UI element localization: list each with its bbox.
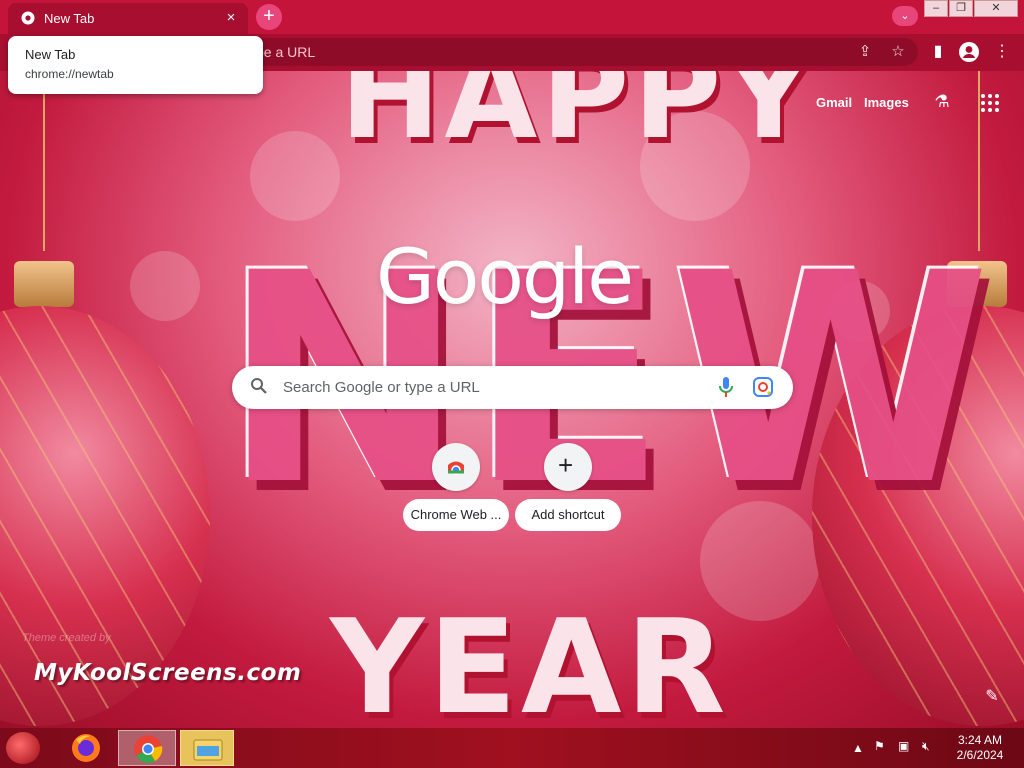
background-word-year: YEAR	[330, 591, 730, 728]
tab-strip: New Tab × + ⌄ – ❐ ✕	[0, 0, 1024, 34]
bokeh-light	[130, 251, 200, 321]
system-clock[interactable]: 3:24 AM 2/6/2024	[950, 733, 1010, 763]
google-logo: Google	[376, 232, 634, 321]
tray-overflow-chevron-icon[interactable]: ▲	[852, 741, 864, 755]
shortcut-tile[interactable]	[432, 443, 480, 491]
menu-kebab-icon[interactable]: ⋮	[991, 41, 1013, 63]
search-input[interactable]	[283, 374, 703, 400]
customize-pencil-icon[interactable]: ✎	[981, 686, 1003, 708]
background-word-happy: HAPPY	[340, 71, 817, 166]
tab-title: New Tab	[44, 11, 95, 26]
gmail-link[interactable]: Gmail	[816, 95, 852, 110]
tab-close-icon[interactable]: ×	[222, 9, 240, 27]
taskbar-chrome[interactable]	[118, 730, 176, 766]
theme-credit[interactable]: Theme created by	[22, 632, 111, 644]
google-apps-icon[interactable]	[979, 92, 1001, 114]
maximize-button[interactable]: ❐	[949, 0, 973, 17]
share-icon[interactable]: ⇪	[856, 43, 874, 61]
search-icon	[250, 377, 270, 397]
chrome-icon	[134, 735, 163, 763]
labs-flask-icon[interactable]: ⚗	[931, 92, 953, 114]
profile-avatar-icon[interactable]	[958, 41, 980, 63]
tooltip-title: New Tab	[25, 47, 76, 62]
plus-icon: +	[558, 450, 574, 480]
bokeh-light	[250, 131, 340, 221]
ornament-cap	[14, 261, 74, 307]
side-panel-icon[interactable]: ▮	[927, 41, 949, 63]
tab-hover-tooltip: New Tab chrome://newtab	[8, 36, 263, 94]
close-window-button[interactable]: ✕	[974, 0, 1018, 17]
window-controls: – ❐ ✕	[923, 0, 1018, 18]
folder-icon	[193, 739, 223, 761]
theme-brand-watermark: MyKoolScreens.com	[34, 660, 302, 686]
network-icon[interactable]: ▣	[898, 739, 909, 753]
tab-search-chevron-icon[interactable]: ⌄	[892, 6, 918, 26]
clock-time: 3:24 AM	[957, 733, 1003, 747]
volume-muted-icon[interactable]: 🔇︎	[922, 739, 930, 754]
taskbar-file-explorer[interactable]	[180, 730, 234, 766]
minimize-button[interactable]: –	[924, 0, 948, 17]
images-link[interactable]: Images	[864, 95, 909, 110]
tooltip-url: chrome://newtab	[25, 67, 114, 81]
search-box[interactable]	[232, 366, 793, 409]
start-orb-icon[interactable]	[6, 732, 40, 764]
bookmark-star-icon[interactable]: ☆	[889, 43, 907, 61]
action-center-flag-icon[interactable]: ⚑	[874, 739, 885, 753]
taskbar-firefox[interactable]	[64, 730, 108, 766]
taskbar: ▲ ⚑ ▣ 🔇︎ 3:24 AM 2/6/2024	[0, 728, 1024, 768]
shortcut-tile[interactable]: +	[544, 443, 592, 491]
shortcut-label[interactable]: Chrome Web ...	[403, 499, 509, 531]
chrome-web-store-icon	[448, 461, 464, 475]
ornament-string	[43, 71, 45, 251]
microphone-icon[interactable]	[716, 376, 736, 398]
address-bar-placeholder: pe a URL	[256, 44, 316, 60]
chrome-favicon-icon	[21, 11, 35, 25]
clock-date: 2/6/2024	[956, 748, 1004, 762]
new-tab-button[interactable]: +	[256, 4, 282, 30]
shortcut-label[interactable]: Add shortcut	[515, 499, 621, 531]
google-lens-icon[interactable]	[752, 376, 774, 398]
firefox-icon	[72, 734, 100, 762]
tab-new-tab[interactable]: New Tab ×	[8, 3, 248, 34]
